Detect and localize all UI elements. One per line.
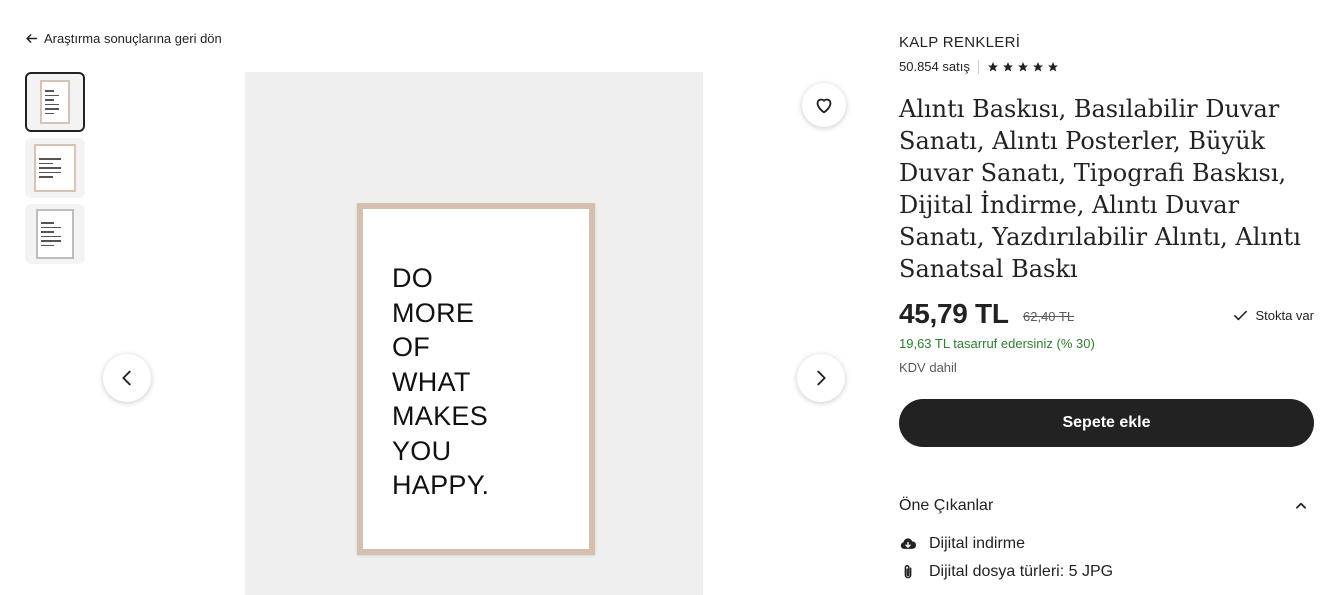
- thumbnail-3[interactable]: [25, 204, 85, 264]
- poster-line: WHAT: [392, 366, 471, 397]
- heart-icon: [816, 98, 832, 114]
- savings-text: 19,63 TL tasarruf edersiniz (% 30): [899, 336, 1095, 351]
- thumbnail-1[interactable]: [25, 72, 85, 132]
- original-price: 62,40 TL: [1023, 309, 1075, 324]
- shop-name-link[interactable]: KALP RENKLERİ: [899, 34, 1020, 51]
- sales-count: 50.854 satış: [899, 59, 970, 74]
- highlights-toggle[interactable]: Öne Çıkanlar: [899, 497, 1314, 515]
- add-to-cart-button[interactable]: Sepete ekle: [899, 399, 1314, 447]
- chevron-up-icon: [1296, 502, 1306, 509]
- star-icon: [1032, 61, 1043, 71]
- poster-line: OF: [392, 332, 431, 362]
- thumbnail-image: [40, 80, 70, 124]
- back-link-label: Araştırma sonuçlarına geri dön: [44, 31, 222, 46]
- product-title: Alıntı Baskısı, Basılabilir Duvar Sanatı…: [899, 95, 1301, 283]
- previous-image-button[interactable]: [103, 354, 151, 402]
- thumbnail-image: [34, 144, 76, 192]
- poster-line: YOU: [392, 435, 452, 466]
- main-product-image: DO MORE OF WHAT MAKES YOU HAPPY.: [245, 72, 703, 595]
- star-rating[interactable]: [987, 61, 1059, 73]
- poster-frame: DO MORE OF WHAT MAKES YOU HAPPY.: [357, 203, 595, 555]
- divider: [977, 59, 979, 74]
- back-to-search-link[interactable]: Araştırma sonuçlarına geri dön: [25, 31, 222, 46]
- poster-line: MORE: [392, 297, 475, 328]
- star-icon: [987, 61, 998, 71]
- cloud-download-icon: [900, 538, 917, 549]
- star-icon: [1002, 61, 1013, 71]
- thumbnail-image: [36, 209, 74, 259]
- thumbnail-2[interactable]: [25, 138, 85, 198]
- highlight-label: Dijital dosya türleri: 5 JPG: [929, 563, 1114, 580]
- shop-sales-rating: 50.854 satış: [899, 59, 1059, 74]
- current-price: 45,79 TL: [899, 298, 1009, 329]
- stock-label: Stokta var: [1255, 308, 1314, 323]
- vat-note: KDV dahil: [899, 360, 957, 375]
- star-icon: [1017, 61, 1028, 71]
- poster-text: DO MORE OF WHAT MAKES YOU HAPPY.: [392, 261, 489, 503]
- poster-line: MAKES: [392, 401, 489, 431]
- poster-line: DO: [392, 263, 434, 293]
- highlight-label: Dijital indirme: [929, 535, 1026, 552]
- highlight-item: Dijital indirme: [899, 535, 1025, 553]
- thumbnail-list: [25, 72, 85, 264]
- arrow-left-icon: [26, 34, 38, 43]
- stock-status: Stokta var: [1232, 307, 1314, 324]
- highlights-heading: Öne Çıkanlar: [899, 497, 994, 514]
- highlight-item: Dijital dosya türleri: 5 JPG: [899, 563, 1113, 581]
- chevron-left-icon: [122, 370, 131, 386]
- paperclip-icon: [904, 565, 912, 579]
- checkmark-icon: [1234, 310, 1248, 321]
- favorite-button[interactable]: [802, 83, 846, 127]
- next-image-button[interactable]: [797, 354, 845, 402]
- star-icon: [1047, 61, 1058, 71]
- chevron-right-icon: [817, 370, 826, 386]
- poster-line: HAPPY.: [392, 470, 490, 500]
